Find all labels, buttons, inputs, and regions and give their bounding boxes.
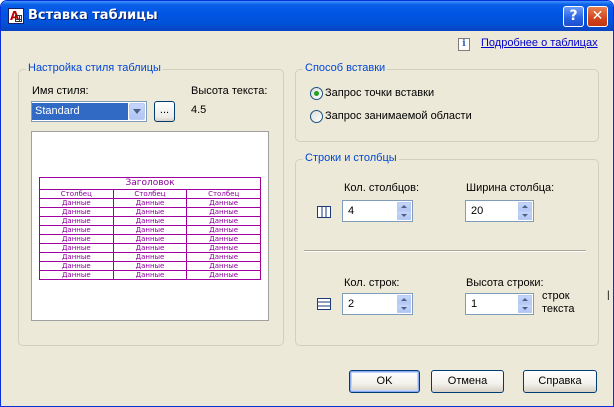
radio-insertion-point-label[interactable]: Запрос точки вставки <box>325 87 434 99</box>
column-width-label: Ширина столбца: <box>466 182 555 194</box>
preview-data-row: Данные Данные Данные <box>39 234 261 244</box>
preview-data-cell: Данные <box>39 270 114 280</box>
preview-table: Заголовок Столбец Столбец Столбец Данные… <box>39 177 261 280</box>
insert-table-dialog: A Вставка таблицы ? ✕ i Подробнее о табл… <box>0 0 614 407</box>
row-height-value[interactable]: 1 <box>471 298 477 310</box>
rows-count-stepper[interactable]: 2 <box>342 293 413 315</box>
preview-data-cell: Данные <box>186 261 261 271</box>
columns-count-value[interactable]: 4 <box>348 205 354 217</box>
preview-data-cell: Данные <box>39 252 114 262</box>
column-width-stepper[interactable]: 20 <box>465 200 534 222</box>
preview-data-cell: Данные <box>112 243 188 253</box>
spin-up-icon[interactable] <box>518 295 532 304</box>
help-button[interactable]: Справка <box>523 370 597 393</box>
preview-data-row: Данные Данные Данные <box>39 207 261 217</box>
preview-data-cell: Данные <box>186 207 261 217</box>
more-about-tables-link[interactable]: Подробнее о таблицах <box>481 37 598 49</box>
outside-cursor-mark: | <box>607 290 610 301</box>
radio-window-area[interactable] <box>310 110 323 123</box>
preview-data-cell: Данные <box>112 216 188 226</box>
insert-method-group: Способ вставки <box>295 62 599 142</box>
column-width-value[interactable]: 20 <box>471 205 483 217</box>
columns-icon <box>317 206 331 218</box>
preview-header: Заголовок <box>39 177 261 190</box>
spin-down-icon[interactable] <box>397 211 411 220</box>
insert-method-group-title: Способ вставки <box>303 62 388 74</box>
style-name-label: Имя стиля: <box>32 85 89 97</box>
title-bar[interactable]: A Вставка таблицы ? ✕ <box>1 1 613 31</box>
preview-data-cell: Данные <box>39 225 114 235</box>
preview-data-row: Данные Данные Данные <box>39 270 261 280</box>
preview-column-header: Столбец <box>186 189 261 199</box>
spin-down-icon[interactable] <box>518 211 532 220</box>
preview-data-cell: Данные <box>186 243 261 253</box>
rows-count-label: Кол. строк: <box>344 277 400 289</box>
preview-data-cell: Данные <box>112 252 188 262</box>
preview-data-row: Данные Данные Данные <box>39 198 261 208</box>
text-height-value: 4.5 <box>191 104 207 116</box>
row-height-stepper[interactable]: 1 <box>465 293 534 315</box>
preview-data-cell: Данные <box>186 270 261 280</box>
style-name-combo[interactable]: Standard <box>31 101 147 122</box>
preview-data-cell: Данные <box>112 225 188 235</box>
table-preview: Заголовок Столбец Столбец Столбец Данные… <box>31 131 269 321</box>
preview-data-row: Данные Данные Данные <box>39 252 261 262</box>
preview-data-cell: Данные <box>112 234 188 244</box>
preview-data-cell: Данные <box>186 198 261 208</box>
preview-data-cell: Данные <box>39 243 114 253</box>
preview-column-header: Столбец <box>39 189 114 199</box>
preview-data-cell: Данные <box>186 252 261 262</box>
style-name-value: Standard <box>32 103 128 120</box>
browse-styles-button[interactable]: ... <box>154 101 175 122</box>
info-icon: i <box>458 38 470 51</box>
preview-data-cell: Данные <box>39 198 114 208</box>
rows-columns-separator <box>304 250 586 252</box>
preview-data-cell: Данные <box>112 207 188 217</box>
radio-insertion-point[interactable] <box>310 87 323 100</box>
preview-data-cell: Данные <box>39 261 114 271</box>
preview-data-cell: Данные <box>39 216 114 226</box>
preview-data-cell: Данные <box>186 234 261 244</box>
preview-data-cell: Данные <box>39 207 114 217</box>
preview-data-cell: Данные <box>186 225 261 235</box>
preview-data-row: Данные Данные Данные <box>39 243 261 253</box>
help-title-button[interactable]: ? <box>563 6 584 27</box>
spin-down-icon[interactable] <box>518 304 532 313</box>
preview-data-cell: Данные <box>39 234 114 244</box>
preview-data-row: Данные Данные Данные <box>39 225 261 235</box>
row-height-unit: строк текста <box>542 290 575 315</box>
columns-count-label: Кол. столбцов: <box>344 182 420 194</box>
ok-button[interactable]: OK <box>349 370 420 393</box>
spin-down-icon[interactable] <box>397 304 411 313</box>
rows-icon <box>317 298 331 310</box>
rows-columns-group-title: Строки и столбцы <box>303 152 399 164</box>
spin-up-icon[interactable] <box>518 202 532 211</box>
preview-data-cell: Данные <box>112 270 188 280</box>
rows-count-value[interactable]: 2 <box>348 298 354 310</box>
spin-up-icon[interactable] <box>397 202 411 211</box>
row-height-label: Высота строки: <box>466 277 544 289</box>
preview-data-row: Данные Данные Данные <box>39 216 261 226</box>
spin-up-icon[interactable] <box>397 295 411 304</box>
preview-data-cell: Данные <box>112 198 188 208</box>
preview-data-cell: Данные <box>112 261 188 271</box>
chevron-down-icon[interactable] <box>129 103 145 120</box>
table-style-group-title: Настройка стиля таблицы <box>26 62 163 74</box>
preview-data-cell: Данные <box>186 216 261 226</box>
radio-window-area-label[interactable]: Запрос занимаемой области <box>325 110 472 122</box>
preview-data-row: Данные Данные Данные <box>39 261 261 271</box>
cancel-button[interactable]: Отмена <box>431 370 504 393</box>
text-height-label: Высота текста: <box>191 85 268 97</box>
columns-count-stepper[interactable]: 4 <box>342 200 413 222</box>
close-button[interactable]: ✕ <box>587 6 608 27</box>
preview-column-header: Столбец <box>112 189 188 199</box>
table-app-icon: A <box>8 8 24 24</box>
window-title: Вставка таблицы <box>28 8 158 23</box>
